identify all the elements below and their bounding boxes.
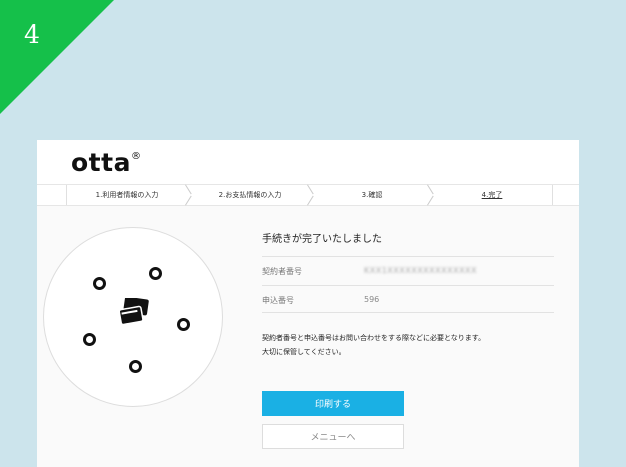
header-bar: otta® bbox=[37, 140, 579, 184]
step-3: 3.確認 bbox=[361, 191, 383, 199]
dot-icon bbox=[83, 333, 96, 346]
notice-line: 大切に保管してください。 bbox=[262, 348, 346, 356]
cards-icon bbox=[120, 298, 149, 326]
application-number-row: 申込番号 596 bbox=[262, 285, 554, 313]
application-number-value: 596 bbox=[364, 295, 380, 304]
menu-button[interactable]: メニューへ bbox=[262, 424, 404, 449]
contract-number-value: KXX1XXXXXXXXXXXXXXX bbox=[364, 266, 478, 275]
dot-icon bbox=[149, 267, 162, 280]
notice-line: 契約者番号と申込番号はお問い合わせをする際などに必要となります。 bbox=[262, 334, 486, 342]
application-number-label: 申込番号 bbox=[262, 296, 294, 305]
dot-icon bbox=[93, 277, 106, 290]
dot-icon bbox=[129, 360, 142, 373]
step-4-current: 4.完了 bbox=[481, 191, 503, 199]
app-window: otta® 1.利用者情報の入力 2.お支払情報の入力 3.確認 4.完了 手続… bbox=[37, 140, 579, 467]
progress-steps: 1.利用者情報の入力 2.お支払情報の入力 3.確認 4.完了 bbox=[37, 184, 579, 206]
step-divider bbox=[552, 185, 553, 205]
corner-badge bbox=[0, 0, 114, 114]
step-number-badge: 4 bbox=[24, 20, 40, 49]
step-1: 1.利用者情報の入力 bbox=[95, 191, 159, 199]
dot-icon bbox=[177, 318, 190, 331]
otta-logo[interactable]: otta® bbox=[71, 148, 141, 177]
notice-text: 契約者番号と申込番号はお問い合わせをする際などに必要となります。 大切に保管して… bbox=[262, 331, 562, 359]
contract-number-row: 契約者番号 KXX1XXXXXXXXXXXXXXX bbox=[262, 256, 554, 284]
completion-illustration bbox=[43, 227, 223, 407]
logo-text: otta bbox=[71, 148, 131, 177]
registered-mark: ® bbox=[130, 150, 142, 162]
completion-title: 手続きが完了いたしました bbox=[262, 234, 382, 245]
contract-number-label: 契約者番号 bbox=[262, 267, 302, 276]
step-2: 2.お支払情報の入力 bbox=[218, 191, 282, 199]
print-button[interactable]: 印刷する bbox=[262, 391, 404, 416]
step-divider bbox=[66, 185, 67, 205]
